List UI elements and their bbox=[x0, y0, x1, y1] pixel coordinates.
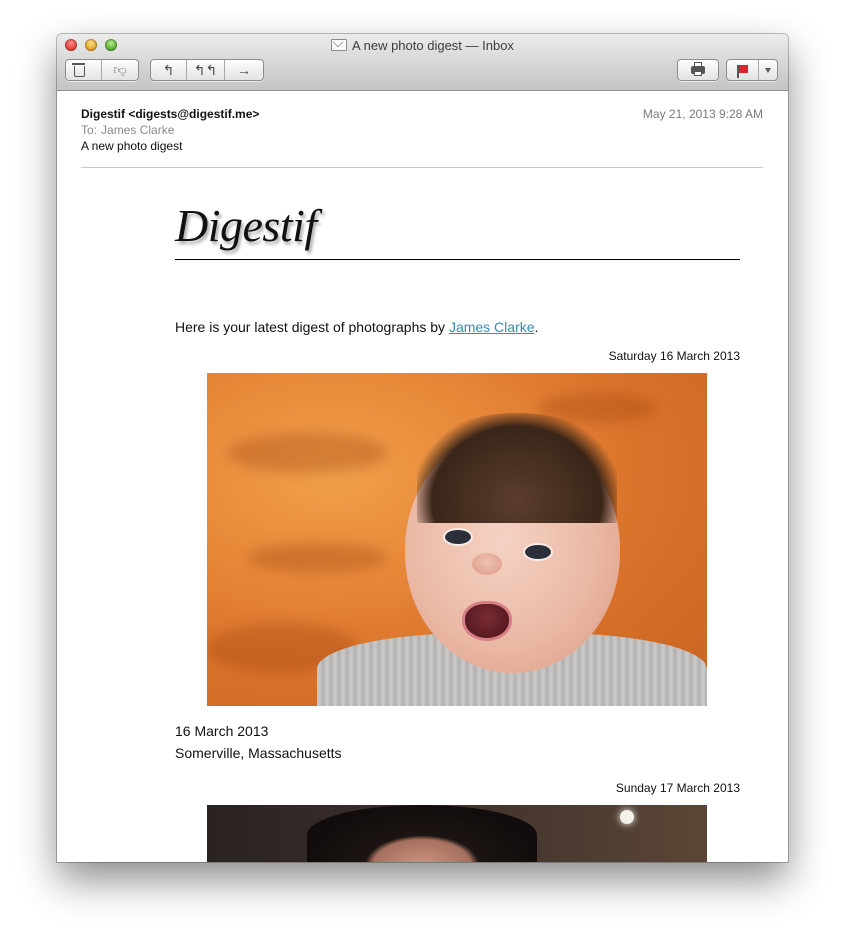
reply-all-button[interactable]: ↰↰ bbox=[187, 60, 225, 80]
intro-text: Here is your latest digest of photograph… bbox=[175, 318, 740, 336]
reply-all-icon: ↰↰ bbox=[193, 61, 218, 78]
reply-button[interactable]: ↰ bbox=[151, 60, 187, 80]
window-title-wrap: A new photo digest — Inbox bbox=[57, 38, 788, 53]
photographer-link[interactable]: James Clarke bbox=[449, 319, 535, 335]
junk-button[interactable]: 👎︎ bbox=[102, 60, 138, 80]
reply-forward-group: ↰ ↰↰ → bbox=[150, 59, 264, 81]
printer-icon bbox=[691, 62, 705, 76]
reply-icon: ↰ bbox=[162, 61, 175, 78]
caption-date: 16 March 2013 bbox=[175, 723, 269, 739]
message-header: Digestif <digests@digestif.me> To: James … bbox=[81, 106, 763, 154]
to-label: To: bbox=[81, 123, 98, 137]
intro-prefix: Here is your latest digest of photograph… bbox=[175, 319, 449, 335]
caption-place: Somerville, Massachusetts bbox=[175, 745, 342, 761]
thumbs-down-icon: 👎︎ bbox=[113, 62, 127, 77]
email-body: Digestif Here is your latest digest of p… bbox=[175, 194, 740, 862]
flag-icon bbox=[737, 65, 748, 78]
forward-icon: → bbox=[237, 62, 251, 78]
title-bar: A new photo digest — Inbox 👎︎ ↰ ↰↰ → bbox=[57, 34, 788, 91]
delete-junk-group: 👎︎ bbox=[65, 59, 139, 81]
header-divider bbox=[81, 167, 763, 168]
intro-suffix: . bbox=[534, 319, 539, 335]
forward-button[interactable]: → bbox=[225, 60, 263, 80]
window-title: A new photo digest — Inbox bbox=[352, 38, 514, 53]
masthead: Digestif bbox=[175, 194, 740, 260]
mail-window: A new photo digest — Inbox 👎︎ ↰ ↰↰ → Dig… bbox=[57, 34, 788, 862]
envelope-icon bbox=[331, 39, 348, 51]
photo-baby[interactable] bbox=[207, 373, 707, 706]
delete-button[interactable] bbox=[66, 60, 102, 80]
photo-second[interactable] bbox=[207, 805, 707, 862]
flag-button[interactable] bbox=[727, 60, 759, 80]
day-heading: Saturday 16 March 2013 bbox=[608, 349, 740, 363]
flag-group bbox=[726, 59, 778, 81]
message-subject: A new photo digest bbox=[81, 139, 183, 153]
photo-caption: 16 March 2013 Somerville, Massachusetts bbox=[175, 720, 740, 764]
recipient-line: To: James Clarke bbox=[81, 122, 763, 138]
chevron-down-icon bbox=[765, 67, 771, 73]
print-group bbox=[677, 59, 719, 81]
print-button[interactable] bbox=[678, 60, 718, 80]
day-heading: Sunday 17 March 2013 bbox=[615, 781, 740, 795]
flag-menu-button[interactable] bbox=[759, 60, 777, 80]
message-date: May 21, 2013 9:28 AM bbox=[642, 107, 763, 121]
trash-icon bbox=[71, 63, 94, 77]
recipient-name[interactable]: James Clarke bbox=[101, 123, 174, 137]
